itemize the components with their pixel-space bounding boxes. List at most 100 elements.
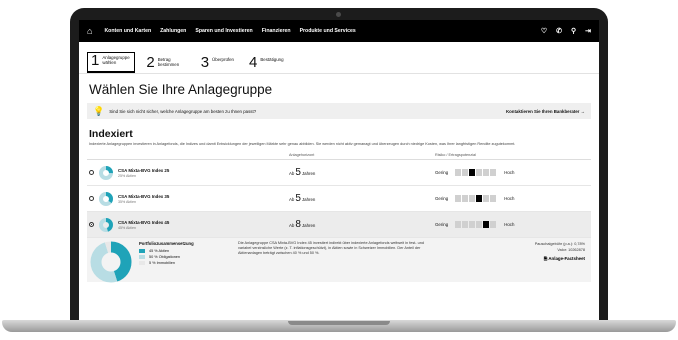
page-title: Wählen Sie Ihre Anlagegruppe [89, 82, 273, 97]
horizon-years: 8 [295, 219, 301, 230]
fund-donut-icon [99, 217, 113, 232]
composition-title: Portfoliozusammensetzung [139, 241, 194, 246]
risk-segment [476, 169, 483, 176]
fund-row[interactable]: CSA Mixta-BVG Index 25 25% Aktien Ab 5 J… [87, 160, 591, 186]
fund-donut-icon [99, 191, 113, 206]
composition-label: 50 % Obligationen [149, 255, 181, 259]
nav-item-produkte[interactable]: Produkte und Services [300, 28, 356, 34]
composition-label: 5 % Immobilien [149, 261, 175, 265]
fund-donut-icon [99, 165, 113, 180]
horizon-unit: Jahren [301, 197, 316, 202]
risk-segment [455, 221, 462, 228]
risk-segment [490, 169, 497, 176]
heart-icon[interactable]: ♡ [541, 27, 547, 35]
app-screen: ⌂ Konten und Karten Zahlungen Sparen und… [79, 20, 599, 325]
step-label: Bestätigung [260, 57, 284, 62]
fund-radio[interactable] [89, 196, 94, 201]
composition-label: 45 % Aktien [149, 249, 170, 253]
stepper: 1 Anlagegruppe wählen 2 Betrag bestimmen… [79, 42, 599, 74]
legend-swatch [139, 261, 145, 265]
step-number: 2 [146, 54, 155, 71]
fund-equity: 35% Aktien [118, 199, 136, 204]
fund-name: CSA Mixta-BVG Index 45 [118, 219, 170, 225]
risk-low-label: Gering [435, 222, 449, 227]
horizon-prefix: Ab [289, 171, 295, 176]
camera-dot [336, 12, 341, 17]
horizon-header: Anlagehorizont [289, 153, 315, 157]
composition-item: 5 % Immobilien [139, 261, 234, 265]
nav-item-konten[interactable]: Konten und Karten [104, 28, 151, 34]
section-description: Indexierte Anlagegruppen investieren in … [89, 142, 516, 146]
phone-icon[interactable]: ✆ [556, 27, 562, 35]
step-label: Überprüfen [212, 57, 234, 62]
risk-segment [469, 195, 476, 202]
risk-high-label: Hoch [504, 170, 515, 175]
fund-radio[interactable] [89, 222, 94, 227]
risk-segment [483, 195, 490, 202]
step-2: 2 Betrag bestimmen [143, 55, 189, 73]
risk-high-label: Hoch [504, 222, 515, 227]
section-title: Indexiert [89, 128, 133, 140]
fund-row[interactable]: CSA Mixta-BVG Index 35 35% Aktien Ab 5 J… [87, 186, 591, 212]
fund-name: CSA Mixta-BVG Index 25 [118, 167, 170, 173]
advice-banner: 💡 Sind Sie sich nicht sicher, welche Anl… [87, 103, 591, 119]
risk-segment [462, 221, 469, 228]
risk-high-label: Hoch [504, 196, 515, 201]
risk-segment [455, 169, 462, 176]
user-icon[interactable]: ⚲ [571, 27, 576, 35]
fund-equity: 45% Aktien [118, 225, 136, 230]
nav-item-zahlungen[interactable]: Zahlungen [160, 28, 186, 34]
risk-segment [483, 221, 490, 228]
risk-segment [455, 195, 462, 202]
step-label: Anlagegruppe wählen [102, 55, 130, 65]
horizon-years: 5 [295, 193, 301, 204]
risk-header: Risiko / Ertragspotenzial [435, 153, 476, 157]
risk-low-label: Gering [435, 196, 449, 201]
risk-bar [455, 195, 497, 202]
risk-segment [476, 221, 483, 228]
horizon-unit: Jahren [301, 171, 316, 176]
advice-text: Sind Sie sich nicht sicher, welche Anlag… [109, 108, 257, 114]
fund-radio[interactable] [89, 170, 94, 175]
risk-segment [476, 195, 483, 202]
factsheet-link[interactable]: 🗎 Anlage-Factsheet [438, 256, 585, 262]
nav-item-finanzieren[interactable]: Finanzieren [262, 28, 291, 34]
portfolio-detail-panel: Portfoliozusammensetzung 45 % Aktien 50 … [87, 238, 591, 283]
risk-segment [462, 195, 469, 202]
valor-text: Valor: 10262878 [557, 248, 585, 252]
risk-bar [455, 221, 497, 228]
fund-meta: Pauschalgebühr (p.a.): 0,78% Valor: 1026… [438, 241, 591, 282]
composition-item: 50 % Obligationen [139, 255, 234, 259]
horizon-prefix: Ab [289, 197, 295, 202]
lightbulb-icon: 💡 [93, 105, 105, 116]
horizon-prefix: Ab [289, 223, 295, 228]
horizon-unit: Jahren [301, 223, 316, 228]
home-icon[interactable]: ⌂ [87, 26, 92, 36]
top-navigation: ⌂ Konten und Karten Zahlungen Sparen und… [79, 20, 599, 42]
factsheet-label: Anlage-Factsheet [548, 256, 585, 261]
legend-swatch [139, 255, 145, 259]
portfolio-composition: Portfoliozusammensetzung 45 % Aktien 50 … [139, 241, 234, 282]
step-1[interactable]: 1 Anlagegruppe wählen [87, 52, 136, 73]
portfolio-donut-chart [90, 241, 132, 283]
laptop-notch [288, 321, 390, 325]
risk-segment [483, 169, 490, 176]
logout-icon[interactable]: ⇥ [585, 27, 591, 35]
step-label: Betrag bestimmen [157, 57, 180, 67]
risk-segment [469, 169, 476, 176]
fund-row[interactable]: CSA Mixta-BVG Index 45 45% Aktien Ab 8 J… [87, 212, 591, 238]
legend-swatch [139, 249, 145, 253]
risk-segment [462, 169, 469, 176]
composition-item: 45 % Aktien [139, 249, 234, 253]
risk-low-label: Gering [435, 170, 449, 175]
fund-name: CSA Mixta-BVG Index 35 [118, 193, 170, 199]
risk-segment [490, 195, 497, 202]
step-3: 3 Überprüfen [198, 55, 238, 73]
horizon-years: 5 [295, 167, 301, 178]
table-header: Anlagehorizont Risiko / Ertragspotenzial [87, 153, 591, 160]
risk-segment [469, 221, 476, 228]
step-number: 3 [200, 54, 210, 71]
contact-advisor-link[interactable]: Kontaktieren Sie Ihren Bankberater → [506, 109, 585, 114]
step-4: 4 Bestätigung [246, 55, 288, 73]
nav-item-sparen[interactable]: Sparen und Investieren [195, 28, 252, 34]
